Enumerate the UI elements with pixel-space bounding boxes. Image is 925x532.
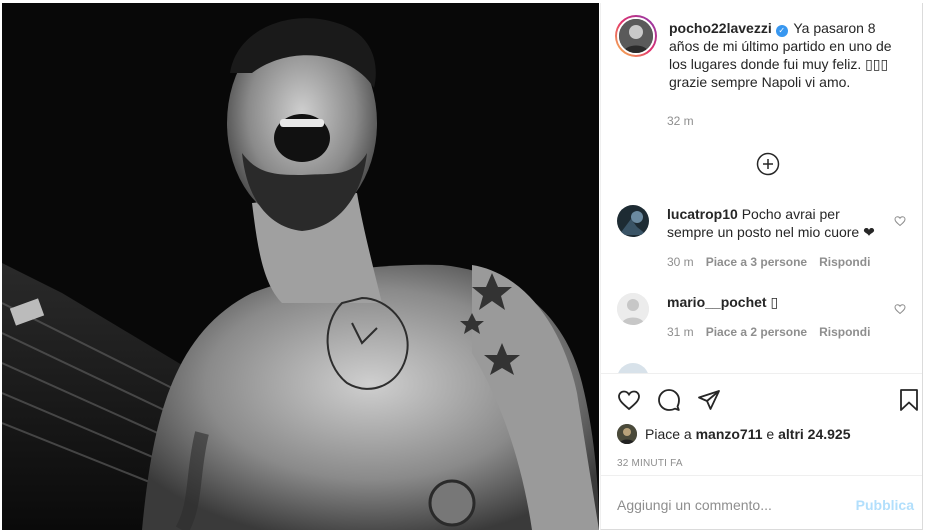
comment-heart-icon[interactable] — [894, 303, 906, 315]
liker-username[interactable]: manzo711 — [696, 426, 763, 442]
comment-username[interactable]: lucatrop10 — [667, 206, 738, 222]
plus-circle-icon[interactable] — [756, 152, 780, 176]
bookmark-icon[interactable] — [897, 388, 921, 412]
commenter-avatar[interactable] — [617, 293, 649, 325]
commenter-avatar[interactable] — [617, 363, 649, 373]
post-timestamp[interactable]: 32 MINUTI FA — [617, 458, 683, 469]
post-details-panel: pocho22lavezzi ✓ Ya pasaron 8 años de mi … — [600, 3, 923, 530]
likes-prefix: Piace a — [645, 426, 692, 442]
caption-text: pocho22lavezzi ✓ Ya pasaron 8 años de mi … — [669, 19, 906, 91]
comment-likes[interactable]: Piace a 3 persone — [706, 253, 807, 271]
likes-summary: Piace a manzo711 e altri 24.925 — [617, 424, 851, 444]
likes-others[interactable]: altri 24.925 — [778, 426, 850, 442]
comment-icon[interactable] — [657, 388, 681, 412]
commenter-avatar-image — [617, 205, 649, 237]
post-image — [2, 3, 599, 530]
liker-avatar[interactable] — [617, 424, 637, 444]
commenter-avatar[interactable] — [617, 205, 649, 237]
comment-time[interactable]: 30 m — [667, 253, 694, 271]
comment-username[interactable]: mario__pochet — [667, 294, 767, 310]
default-avatar-icon — [617, 293, 649, 325]
author-avatar[interactable] — [615, 15, 657, 57]
post-caption: pocho22lavezzi ✓ Ya pasaron 8 años de mi … — [615, 15, 906, 91]
comment-text: ▯ — [770, 294, 779, 310]
paper-plane-icon[interactable] — [697, 388, 721, 412]
likes-connector: e — [766, 426, 775, 442]
comment-heart-icon[interactable] — [894, 215, 906, 227]
post-photo[interactable] — [2, 3, 599, 530]
post-actions: Piace a manzo711 e altri 24.925 32 MINUT… — [601, 373, 922, 532]
comment-item-partial — [617, 363, 910, 373]
author-username[interactable]: pocho22lavezzi — [669, 20, 772, 36]
comment-time[interactable]: 31 m — [667, 323, 694, 341]
comment-item: lucatrop10 Pocho avrai per sempre un pos… — [617, 205, 910, 271]
heart-icon[interactable] — [617, 388, 641, 412]
author-avatar-image — [619, 19, 653, 53]
liker-avatar-image — [617, 424, 637, 444]
reply-button[interactable]: Rispondi — [819, 253, 870, 271]
publish-button[interactable]: Pubblica — [856, 497, 914, 513]
comment-item: mario__pochet ▯ 31 m Piace a 2 persone R… — [617, 293, 910, 341]
comment-input[interactable] — [617, 496, 856, 513]
reply-button[interactable]: Rispondi — [819, 323, 870, 341]
caption-time[interactable]: 32 m — [667, 114, 694, 128]
comment-likes[interactable]: Piace a 2 persone — [706, 323, 807, 341]
comments-scroll-area[interactable]: pocho22lavezzi ✓ Ya pasaron 8 años de mi … — [601, 3, 922, 373]
add-comment-bar: Pubblica — [601, 475, 922, 532]
verified-icon: ✓ — [775, 25, 788, 37]
